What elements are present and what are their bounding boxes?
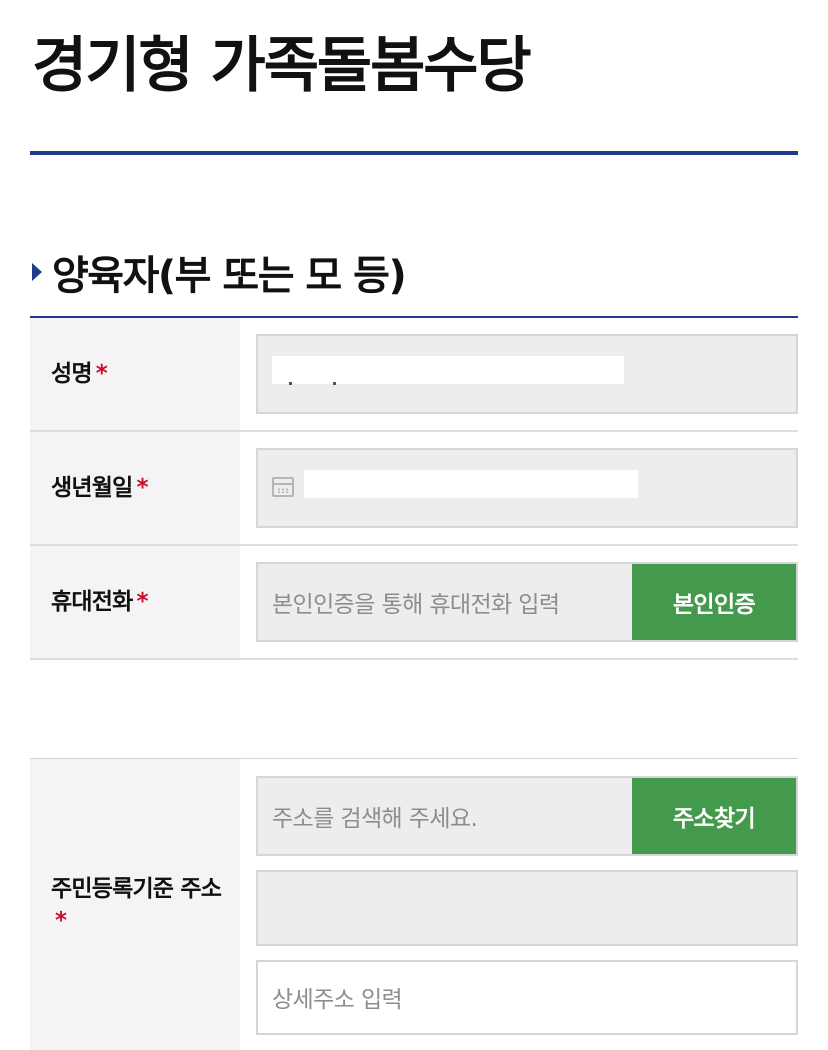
address-label: 주민등록기준 주소* xyxy=(30,759,240,1050)
page-title: 경기형 가족돌봄수당 xyxy=(32,31,532,101)
address-search-placeholder: 주소를 검색해 주세요. xyxy=(272,806,478,832)
required-mark: * xyxy=(136,475,148,501)
birthdate-row: 생년월일 * xyxy=(30,432,798,546)
address-search-input[interactable]: 주소를 검색해 주세요. 주소찾기 xyxy=(256,776,798,856)
address-result-input[interactable] xyxy=(256,870,798,946)
section-heading: 양육자(부 또는 모 등) xyxy=(32,242,407,302)
find-address-button[interactable]: 주소찾기 xyxy=(632,778,796,854)
calendar-icon[interactable] xyxy=(272,477,294,497)
required-mark: * xyxy=(136,589,148,615)
triangle-marker-icon xyxy=(32,263,42,281)
verify-identity-button[interactable]: 본인인증 xyxy=(632,564,796,640)
required-mark: * xyxy=(55,908,67,934)
address-detail-input[interactable]: 상세주소 입력 xyxy=(256,959,798,1035)
required-mark: * xyxy=(95,361,108,387)
name-row: 성명 * xyxy=(30,318,798,432)
address-row: 주민등록기준 주소* 주소를 검색해 주세요. 주소찾기 상세주소 입력 xyxy=(30,759,798,1050)
phone-placeholder: 본인인증을 통해 휴대전화 입력 xyxy=(272,592,560,618)
guardian-form-table: 성명 * 생년월일 * 휴대전화 * 본인인증을 통해 휴대전화 입력 본인인증 xyxy=(30,316,798,660)
address-form-table: 주민등록기준 주소* 주소를 검색해 주세요. 주소찾기 상세주소 입력 xyxy=(30,758,798,1050)
title-divider xyxy=(30,151,798,155)
phone-label: 휴대전화 * xyxy=(30,546,240,658)
phone-row: 휴대전화 * 본인인증을 통해 휴대전화 입력 본인인증 xyxy=(30,546,798,660)
phone-input[interactable]: 본인인증을 통해 휴대전화 입력 본인인증 xyxy=(256,562,798,642)
birthdate-label: 생년월일 * xyxy=(30,432,240,544)
name-input[interactable] xyxy=(256,334,798,414)
name-label: 성명 * xyxy=(30,318,240,430)
masked-value xyxy=(272,356,624,384)
section-title: 양육자(부 또는 모 등) xyxy=(52,253,407,299)
address-detail-placeholder: 상세주소 입력 xyxy=(272,987,403,1014)
birthdate-input[interactable] xyxy=(256,448,798,528)
masked-value xyxy=(304,470,638,498)
